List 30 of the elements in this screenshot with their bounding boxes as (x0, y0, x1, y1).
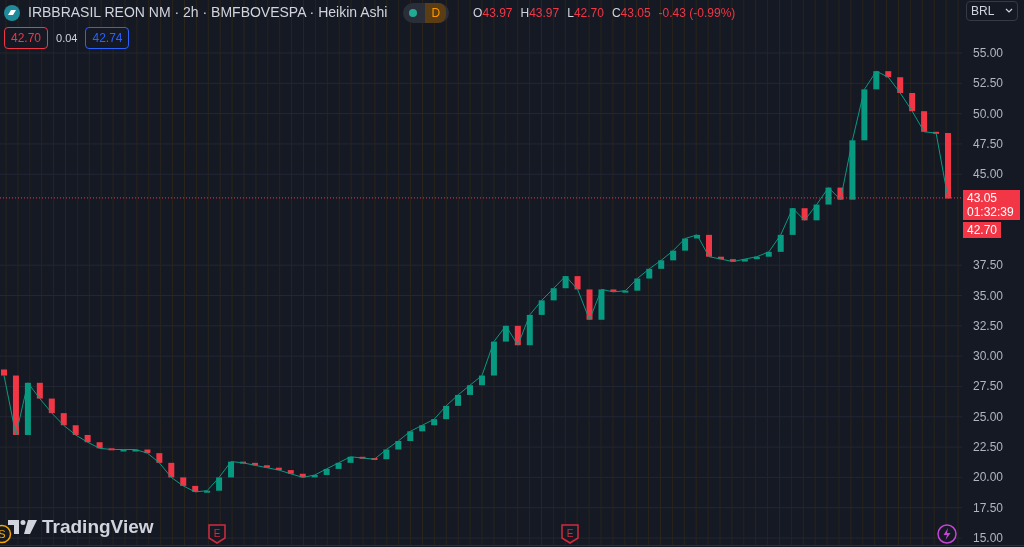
price-axis-label: 17.50 (973, 500, 1004, 515)
price-axis-label: 37.50 (973, 258, 1004, 273)
price-axis-label: 32.50 (973, 318, 1004, 333)
price-axis-label: 27.50 (973, 379, 1004, 394)
price-axis-label: 35.00 (973, 288, 1004, 303)
price-axis-label: 20.00 (973, 470, 1004, 485)
price-axis-label: 55.00 (973, 46, 1004, 60)
price-axis-label: 30.00 (973, 349, 1004, 364)
spread-value: 0.04 (56, 30, 78, 46)
bid-price-tag: 42.70 (963, 221, 1002, 238)
price-change: -0.43 (-0.99%) (658, 4, 736, 22)
ohlc-label: H (520, 4, 530, 22)
price-axis-label: 15.00 (973, 531, 1004, 546)
symbol-title: IRBBRASIL REON NM · 2h · BMFBOVESPA · Heikin Ashi (28, 3, 388, 22)
price-axis-label: 47.50 (973, 136, 1004, 151)
ohlc-value: 43.97 (482, 4, 513, 22)
ohlc-value: 42.70 (573, 4, 604, 22)
tradingview-logo-text: TradingView (42, 515, 154, 539)
price-axis-label: 22.50 (973, 440, 1004, 455)
ohlc-label: L (567, 4, 574, 22)
price-axis-label: 45.00 (973, 167, 1004, 182)
ohlc-label: C (611, 4, 621, 22)
ohlc-value: 43.97 (529, 4, 560, 22)
price-axis-label: 25.00 (973, 409, 1004, 424)
price-axis-label: 50.00 (973, 106, 1004, 121)
last-price-value: 43.05 (967, 190, 999, 205)
ohlc-label: O (473, 4, 483, 22)
price-axis-label: 52.50 (973, 76, 1004, 91)
bar-countdown: 01:32:39 (967, 204, 1015, 219)
ohlc-value: 43.05 (620, 4, 651, 22)
